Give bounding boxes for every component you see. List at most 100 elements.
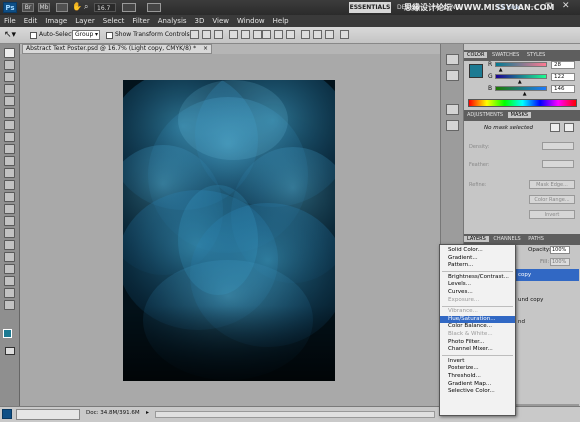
restore-icon[interactable]: ❐	[545, 2, 552, 11]
zoom-tool-icon[interactable]	[4, 300, 15, 310]
layer-row-selected[interactable]: copy	[516, 269, 579, 281]
zoom-level-field[interactable]: 16.7	[94, 3, 116, 12]
menu-item-gradient[interactable]: Gradient...	[440, 255, 515, 263]
menu-view[interactable]: View	[212, 17, 229, 25]
healing-tool-icon[interactable]	[4, 120, 15, 130]
history-panel-icon[interactable]	[446, 54, 459, 65]
tab-adjustments[interactable]: ADJUSTMENTS	[464, 112, 506, 118]
close-window-icon[interactable]: ✕	[562, 1, 570, 11]
launch-bridge-icon[interactable]: Br	[22, 3, 34, 12]
tab-styles[interactable]: STYLES	[524, 52, 548, 58]
tab-layers[interactable]: LAYERS	[464, 236, 489, 242]
paragraph-panel-icon[interactable]	[446, 120, 459, 131]
slider-thumb-icon[interactable]: ▲	[499, 67, 503, 73]
hand-tool-icon[interactable]	[4, 288, 15, 298]
channel-value-field[interactable]: 146	[551, 85, 575, 93]
type-tool-icon[interactable]	[4, 228, 15, 238]
layer-row[interactable]: nd	[516, 316, 579, 328]
color-spectrum-bar[interactable]	[468, 99, 577, 107]
move-tool-preset-icon[interactable]: ↖▾	[4, 30, 16, 40]
menu-3d[interactable]: 3D	[195, 17, 205, 25]
pen-tool-icon[interactable]	[4, 216, 15, 226]
distribute-vcenter-icon[interactable]	[274, 30, 283, 39]
hand-tool-icon[interactable]: ✋	[72, 2, 82, 11]
poster-canvas[interactable]	[123, 80, 335, 381]
lasso-tool-icon[interactable]	[4, 72, 15, 82]
view-extras-icon[interactable]	[56, 3, 68, 12]
fill-field[interactable]: 100%	[550, 258, 570, 266]
align-hcenter-icon[interactable]	[241, 30, 250, 39]
distribute-right-icon[interactable]	[325, 30, 334, 39]
blur-tool-icon[interactable]	[4, 192, 15, 202]
menu-analysis[interactable]: Analysis	[158, 17, 187, 25]
channel-value-field[interactable]: 28	[551, 61, 575, 69]
dodge-tool-icon[interactable]	[4, 204, 15, 214]
arrange-documents-icon[interactable]	[122, 3, 136, 12]
menu-item-brightness-contrast[interactable]: Brightness/Contrast...	[440, 274, 515, 282]
menu-edit[interactable]: Edit	[24, 17, 38, 25]
menu-help[interactable]: Help	[273, 17, 289, 25]
character-panel-icon[interactable]	[446, 104, 459, 115]
layer-row[interactable]: und copy	[516, 294, 579, 306]
menu-file[interactable]: File	[4, 17, 16, 25]
tab-color[interactable]: COLOR	[464, 52, 488, 58]
zoom-tool-icon[interactable]: ⌕	[84, 2, 88, 12]
auto-align-icon[interactable]	[340, 30, 349, 39]
path-select-tool-icon[interactable]	[4, 240, 15, 250]
screen-mode-icon[interactable]	[147, 3, 161, 12]
menu-item-invert[interactable]: Invert	[440, 358, 515, 366]
align-right-icon[interactable]	[253, 30, 262, 39]
invert-mask-button[interactable]: Invert	[529, 210, 575, 219]
distribute-hcenter-icon[interactable]	[313, 30, 322, 39]
menu-item-pattern[interactable]: Pattern...	[440, 262, 515, 270]
document-tab[interactable]: Abstract Text Poster.psd @ 16.7% (Light …	[22, 44, 212, 54]
tab-masks[interactable]: MASKS	[507, 112, 532, 118]
foreground-color-preview[interactable]	[469, 64, 483, 78]
menu-item-levels[interactable]: Levels...	[440, 281, 515, 289]
document-size[interactable]: Doc: 34.8M/391.6M	[86, 410, 140, 416]
horizontal-scrollbar[interactable]	[155, 411, 435, 418]
gradient-tool-icon[interactable]	[4, 180, 15, 190]
align-vcenter-icon[interactable]	[202, 30, 211, 39]
menu-item-gradient-map[interactable]: Gradient Map...	[440, 381, 515, 389]
history-brush-tool-icon[interactable]	[4, 156, 15, 166]
menu-item-channel-mixer[interactable]: Channel Mixer...	[440, 346, 515, 354]
opacity-field[interactable]: 100%	[550, 246, 570, 254]
actions-panel-icon[interactable]	[446, 70, 459, 81]
menu-image[interactable]: Image	[45, 17, 67, 25]
eyedropper-tool-icon[interactable]	[4, 108, 15, 118]
menu-item-solid-color[interactable]: Solid Color...	[440, 247, 515, 255]
vector-mask-icon[interactable]	[564, 123, 574, 132]
color-range-button[interactable]: Color Range...	[529, 195, 575, 204]
menu-window[interactable]: Window	[237, 17, 265, 25]
marquee-tool-icon[interactable]	[4, 60, 15, 70]
menu-layer[interactable]: Layer	[75, 17, 95, 25]
slider-thumb-icon[interactable]: ▲	[518, 79, 522, 85]
menu-item-threshold[interactable]: Threshold...	[440, 373, 515, 381]
menu-item-photo-filter[interactable]: Photo Filter...	[440, 339, 515, 347]
shape-tool-icon[interactable]	[4, 252, 15, 262]
foreground-color-swatch[interactable]	[3, 329, 12, 338]
distribute-bottom-icon[interactable]	[286, 30, 295, 39]
3d-camera-tool-icon[interactable]	[4, 276, 15, 286]
menu-select[interactable]: Select	[103, 17, 125, 25]
menu-item-curves[interactable]: Curves...	[440, 289, 515, 297]
density-field[interactable]	[542, 142, 574, 150]
show-transform-checkbox[interactable]	[106, 32, 113, 39]
minimize-icon[interactable]: –	[530, 2, 534, 11]
distribute-top-icon[interactable]	[262, 30, 271, 39]
channel-slider[interactable]	[495, 86, 547, 91]
pixel-mask-icon[interactable]	[550, 123, 560, 132]
close-tab-icon[interactable]: ×	[203, 45, 208, 53]
align-left-icon[interactable]	[229, 30, 238, 39]
workspace-essentials-button[interactable]: ESSENTIALS	[349, 2, 391, 13]
3d-rotate-tool-icon[interactable]	[4, 264, 15, 274]
distribute-left-icon[interactable]	[301, 30, 310, 39]
auto-select-dropdown[interactable]: Group ▾	[72, 30, 100, 40]
menu-item-posterize[interactable]: Posterize...	[440, 365, 515, 373]
tab-paths[interactable]: PATHS	[525, 236, 547, 242]
auto-select-checkbox[interactable]	[30, 32, 37, 39]
eraser-tool-icon[interactable]	[4, 168, 15, 178]
move-tool-icon[interactable]	[4, 48, 15, 58]
status-menu-icon[interactable]: ▸	[146, 409, 149, 416]
